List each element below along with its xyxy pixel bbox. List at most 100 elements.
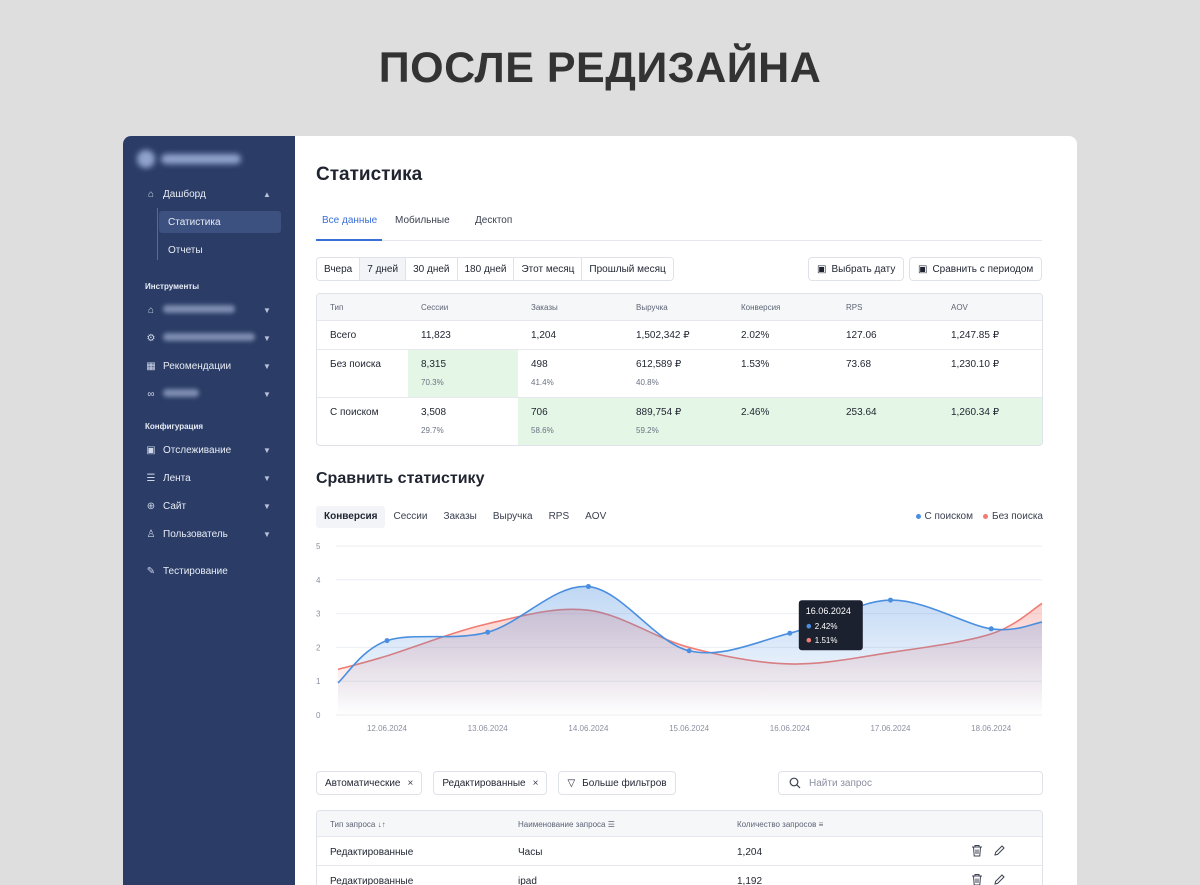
sidebar-item-site[interactable]: ⊕ Сайт ▼ — [123, 495, 295, 517]
column-header: RPS — [846, 303, 863, 312]
column-header: Сессии — [421, 303, 449, 312]
metric-tab-aov[interactable]: AOV — [577, 506, 614, 528]
trash-icon[interactable] — [971, 844, 983, 857]
column-header-query-name[interactable]: Наименование запроса ☰ — [518, 820, 615, 829]
sidebar-item-user[interactable]: ♙ Пользователь ▼ — [123, 523, 295, 545]
data-point — [787, 630, 793, 636]
period-180-days[interactable]: 180 дней — [457, 258, 515, 280]
trash-icon[interactable] — [971, 873, 983, 885]
data-point — [585, 584, 591, 590]
close-icon[interactable]: × — [407, 778, 413, 789]
calendar-icon: ▣ — [817, 263, 827, 275]
legend-dot — [983, 513, 988, 519]
row-actions — [971, 844, 1006, 857]
data-point — [485, 629, 491, 635]
metric-tab-conversion[interactable]: Конверсия — [316, 506, 386, 528]
basket-icon: ⌂ — [147, 304, 155, 316]
period-selector: Вчера 7 дней 30 дней 180 дней Этот месяц… — [316, 257, 674, 281]
comparison-line-chart: 0 1 2 3 4 5 12.06.2024 13.06.2024 14.06.2024 15.0… — [316, 542, 1043, 733]
sidebar-item-label: Дашборд — [163, 188, 206, 200]
search-input[interactable]: Найти запрос — [778, 771, 1043, 795]
tab-bar: Все данные Мобильные Десктоп — [316, 206, 1042, 241]
y-tick-label: 2 — [316, 643, 321, 652]
tracking-icon: ▣ — [146, 444, 156, 456]
sidebar-item-hidden-3[interactable]: ∞ ▼ — [123, 383, 295, 405]
stats-table: Тип Сессии Заказы Выручка Конверсия RPS … — [316, 293, 1043, 446]
legend-item-with-search[interactable]: С поиском — [915, 511, 973, 522]
main-content: Статистика Все данные Мобильные Десктоп … — [295, 136, 1077, 885]
tab-mobile[interactable]: Мобильные — [395, 215, 450, 226]
sidebar-item-hidden-1[interactable]: ⌂ ▼ — [123, 299, 295, 321]
tab-all-data[interactable]: Все данные — [322, 215, 377, 226]
more-filters-button[interactable]: ▽ Больше фильтров — [558, 771, 676, 795]
column-header: Конверсия — [741, 303, 781, 312]
metric-tab-orders[interactable]: Заказы — [435, 506, 484, 528]
sidebar: ⌂ Дашборд ▲ Статистика Отчеты Инструмент… — [123, 136, 295, 885]
search-icon — [789, 777, 801, 789]
sidebar-item-label: Рекомендации — [163, 360, 232, 372]
metric-tabs: Конверсия Сессии Заказы Выручка RPS AOV — [316, 506, 614, 528]
metric-tab-rps[interactable]: RPS — [541, 506, 578, 528]
chevron-down-icon: ▼ — [263, 445, 271, 455]
sidebar-item-dashboard[interactable]: ⌂ Дашборд ▲ — [123, 183, 295, 205]
sidebar-item-feed[interactable]: ☰ Лента ▼ — [123, 467, 295, 489]
calendar-icon: ▣ — [918, 263, 928, 275]
logo — [137, 148, 247, 170]
sidebar-item-label: Сайт — [163, 500, 187, 512]
period-30-days[interactable]: 30 дней — [406, 258, 458, 280]
column-header-query-type[interactable]: Тип запроса ↓↑ — [330, 820, 386, 829]
x-tick-label: 15.06.2024 — [669, 724, 710, 733]
metric-tab-sessions[interactable]: Сессии — [385, 506, 435, 528]
edit-icon[interactable] — [993, 873, 1006, 885]
filter-icon: ▽ — [567, 777, 576, 789]
sidebar-item-statistics[interactable]: Статистика — [159, 211, 281, 233]
table-header: Тип Сессии Заказы Выручка Конверсия RPS … — [317, 294, 1042, 321]
sidebar-item-hidden-2[interactable]: ⚙ ▼ — [123, 327, 295, 349]
edit-icon[interactable] — [993, 844, 1006, 857]
column-header: Тип — [330, 303, 344, 312]
link-icon: ∞ — [147, 388, 155, 400]
x-tick-label: 16.06.2024 — [770, 724, 811, 733]
column-header: Выручка — [636, 303, 668, 312]
period-this-month[interactable]: Этот месяц — [514, 258, 583, 280]
data-point — [686, 648, 692, 654]
tab-desktop[interactable]: Десктоп — [475, 215, 512, 226]
metric-tab-revenue[interactable]: Выручка — [485, 506, 541, 528]
period-last-month[interactable]: Прошлый месяц — [582, 258, 673, 280]
sort-desc-icon: ≡ — [818, 820, 824, 829]
y-tick-label: 3 — [316, 610, 321, 619]
x-tick-label: 14.06.2024 — [568, 724, 609, 733]
filter-chip-automatic[interactable]: Автоматические × — [316, 771, 423, 795]
sidebar-item-label: Отслеживание — [163, 444, 232, 456]
sidebar-item-testing[interactable]: ✎ Тестирование — [123, 560, 295, 582]
pick-date-button[interactable]: ▣ Выбрать дату — [808, 257, 905, 281]
data-point — [384, 638, 390, 644]
compare-section-title: Сравнить статистику — [316, 470, 485, 487]
chevron-down-icon: ▼ — [263, 389, 271, 399]
tooltip-value-with-search: 2.42% — [815, 622, 838, 631]
period-7-days[interactable]: 7 дней — [360, 258, 407, 280]
x-tick-label: 18.06.2024 — [971, 724, 1012, 733]
filter-chips: Автоматические × Редактированные × ▽ Бол… — [316, 771, 676, 795]
section-heading-config: Конфигурация — [145, 422, 204, 431]
table-row: Без поиска 8,315 70.3% 498 41.4% 612,589… — [317, 350, 1042, 398]
tooltip-dot — [806, 623, 812, 629]
grid-icon: ▦ — [146, 360, 156, 372]
legend-dot — [915, 513, 921, 519]
period-yesterday[interactable]: Вчера — [317, 258, 361, 280]
legend-item-without-search[interactable]: Без поиска — [983, 511, 1043, 522]
column-header-query-count[interactable]: Количество запросов ≡ — [737, 820, 823, 829]
chevron-down-icon: ▼ — [263, 333, 271, 343]
chevron-down-icon: ▼ — [263, 529, 271, 539]
active-tab-indicator — [316, 239, 382, 241]
filter-chip-edited[interactable]: Редактированные × — [433, 771, 548, 795]
sidebar-item-reports[interactable]: Отчеты — [123, 239, 295, 261]
sidebar-item-tracking[interactable]: ▣ Отслеживание ▼ — [123, 439, 295, 461]
chevron-down-icon: ▼ — [263, 361, 271, 371]
compare-period-button[interactable]: ▣ Сравнить с периодом — [909, 257, 1043, 281]
app-window: ⌂ Дашборд ▲ Статистика Отчеты Инструмент… — [123, 136, 1077, 885]
table-row: С поиском 3,508 29.7% 706 58.6% 889,754 … — [330, 407, 1000, 435]
gear-icon: ⚙ — [146, 332, 156, 344]
close-icon[interactable]: × — [533, 778, 539, 789]
sidebar-item-recommendations[interactable]: ▦ Рекомендации ▼ — [123, 355, 295, 377]
